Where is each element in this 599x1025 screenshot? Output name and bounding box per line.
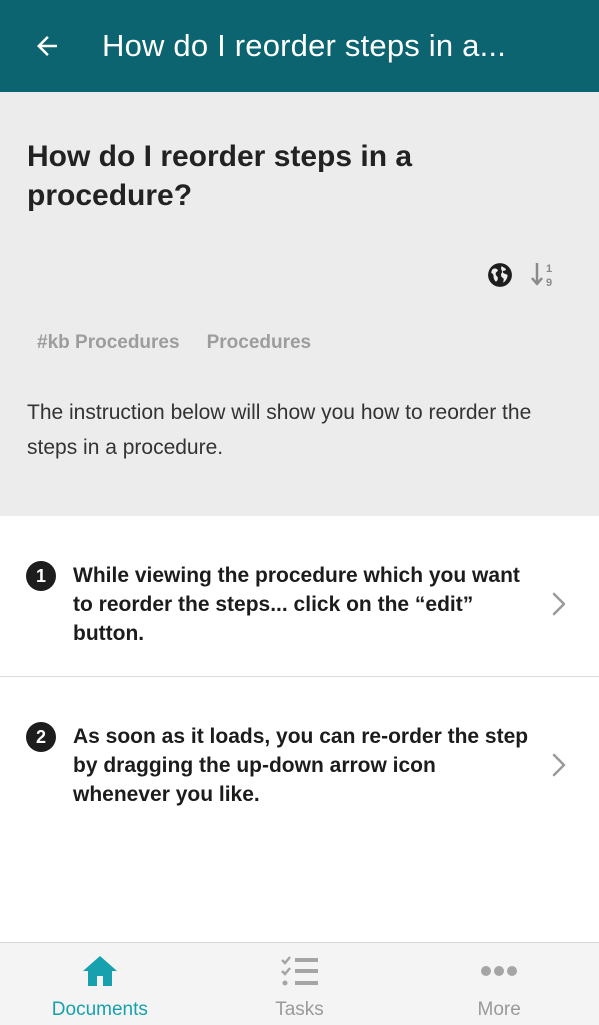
tag-list: #kb Procedures Procedures (37, 332, 311, 354)
step-item[interactable]: 2 As soon as it loads, you can re-order … (0, 677, 599, 837)
step-text: As soon as it loads, you can re-order th… (73, 725, 529, 806)
globe-icon (488, 263, 512, 287)
bottom-tab-bar: Documents Tasks More (0, 942, 599, 1025)
tag-procedures[interactable]: Procedures (207, 332, 312, 354)
tab-label: Documents (51, 999, 148, 1020)
globe-button[interactable] (485, 260, 515, 290)
tab-tasks[interactable]: Tasks (200, 943, 400, 1025)
chevron-right-icon (552, 592, 566, 616)
tab-documents[interactable]: Documents (0, 943, 200, 1025)
step-list: 1 While viewing the procedure which you … (0, 516, 599, 837)
step-text: While viewing the procedure which you wa… (73, 564, 520, 645)
app-bar-title: How do I reorder steps in a... (102, 28, 507, 63)
document-description: The instruction below will show you how … (27, 401, 532, 459)
checklist-icon (280, 951, 320, 991)
tab-label: Tasks (275, 999, 324, 1020)
step-item[interactable]: 1 While viewing the procedure which you … (0, 516, 599, 677)
sort-button[interactable]: 1 9 (529, 260, 559, 290)
chevron-right-icon (552, 753, 566, 777)
sort-numeric-icon: 1 9 (531, 263, 552, 289)
tag-kb-procedures[interactable]: #kb Procedures (37, 332, 180, 354)
arrow-left-icon (37, 36, 57, 56)
app-bar: How do I reorder steps in a... (0, 0, 599, 92)
document-meta-icons: 1 9 (485, 260, 559, 290)
document-header: How do I reorder steps in a procedure? 1… (0, 92, 599, 516)
back-button[interactable] (17, 16, 77, 76)
document-title: How do I reorder steps in a procedure? (27, 140, 413, 212)
step-number-badge: 2 (26, 722, 56, 752)
tab-more[interactable]: More (399, 943, 599, 1025)
step-number-badge: 1 (26, 561, 56, 591)
svg-text:1: 1 (546, 263, 552, 275)
tab-label: More (477, 999, 521, 1020)
home-icon (80, 951, 120, 991)
svg-text:9: 9 (546, 277, 552, 289)
more-dots-icon (479, 951, 519, 991)
